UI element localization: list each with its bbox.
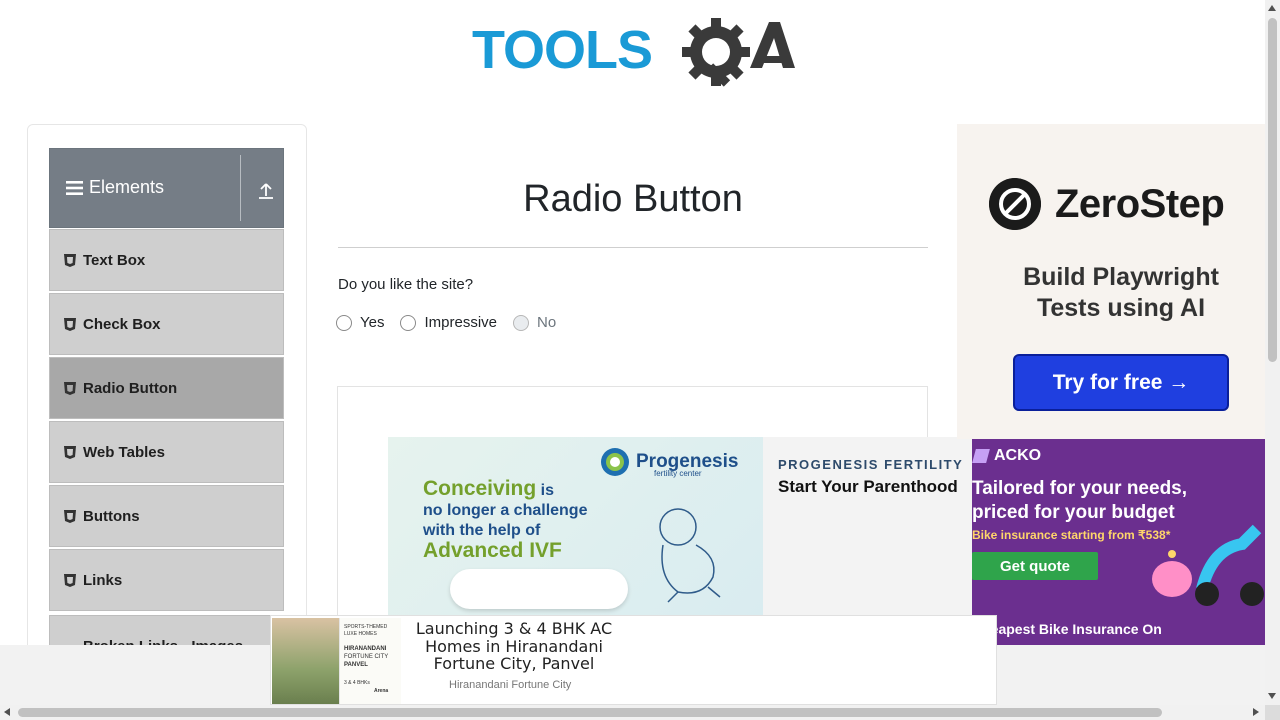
baby-illustration [659, 508, 721, 603]
progenesis-line1-big: Conceiving [423, 477, 537, 500]
radio-no: No [513, 314, 556, 331]
acko-brand: ACKO [994, 447, 1042, 464]
toolsqa-logo[interactable]: TOOLS [472, 14, 798, 92]
zerostep-headline-line1: Build Playwright [1023, 263, 1219, 291]
html5-icon [64, 317, 76, 331]
brochure-line1: SPORTS-THEMED [344, 624, 388, 630]
pregnancy-test-illustration [450, 569, 628, 609]
zerostep-logo: ZeroStep [989, 178, 1225, 230]
zerostep-brand: ZeroStep [1055, 181, 1225, 226]
progenesis-brand-sub: fertility center [654, 469, 702, 478]
scroll-left-arrow-icon[interactable] [4, 708, 10, 716]
vertical-scrollbar[interactable] [1265, 0, 1280, 705]
group-title: Elements [66, 177, 164, 198]
menu-item-broken-links[interactable]: Broken Links - Images [49, 615, 284, 647]
radio-question: Do you like the site? [338, 276, 474, 293]
group-header-divider [240, 155, 241, 221]
hiranandani-ad-brochure: SPORTS-THEMED LUXE HOMES HIRANANDANI FOR… [339, 618, 401, 704]
elements-menu: Text Box Check Box Radio Button Web Tabl… [49, 229, 284, 613]
acko-ad[interactable]: ACKO Tailored for your needs, priced for… [972, 439, 1265, 649]
acko-logo-icon [972, 449, 990, 463]
radio-impressive[interactable]: Impressive [400, 314, 497, 331]
html5-icon [64, 445, 76, 459]
menu-item-label: Radio Button [83, 379, 178, 397]
scrollbar-corner [1265, 705, 1280, 720]
zerostep-headline: Build Playwright Tests using AI [957, 262, 1265, 324]
brochure-line6: 3 & 4 BHKs [344, 680, 370, 686]
menu-item-radio-button[interactable]: Radio Button [49, 357, 284, 419]
svg-text:TOOLS: TOOLS [472, 20, 652, 80]
try-for-free-button[interactable]: Try for free → [1013, 354, 1229, 411]
scroll-down-arrow-icon[interactable] [1268, 693, 1276, 699]
get-quote-button[interactable]: Get quote [972, 552, 1098, 580]
hiranandani-ad[interactable]: SPORTS-THEMED LUXE HOMES HIRANANDANI FOR… [270, 615, 997, 705]
menu-item-label: Links [83, 571, 123, 589]
title-divider [338, 247, 928, 248]
html5-icon [64, 509, 76, 523]
radio-yes-input[interactable] [336, 314, 352, 331]
hiranandani-ad-headline[interactable]: Launching 3 & 4 BHK AC Homes in Hiranand… [409, 620, 619, 673]
scroll-right-arrow-icon[interactable] [1253, 708, 1259, 716]
scroll-up-arrow-icon[interactable] [1268, 5, 1276, 11]
horizontal-scroll-thumb[interactable] [18, 708, 1162, 717]
progenesis-copy: Conceiving is no longer a challenge with… [423, 477, 588, 562]
progenesis-line3: with the help of [423, 522, 541, 539]
elements-group-header[interactable]: Elements [49, 148, 284, 228]
menu-item-label: Web Tables [83, 443, 165, 461]
hiranandani-ad-photo [272, 618, 339, 704]
brochure-line2: LUXE HOMES [344, 631, 377, 637]
radio-no-input [513, 314, 530, 331]
collapse-arrow-icon[interactable] [256, 181, 276, 201]
hiranandani-ad-source: Hiranandani Fortune City [449, 679, 572, 691]
acko-headline-line1: Tailored for your needs, [972, 478, 1188, 499]
horizontal-scrollbar[interactable] [0, 705, 1265, 720]
zerostep-ad[interactable]: ZeroStep Build Playwright Tests using AI… [957, 124, 1265, 439]
progenesis-right-title: PROGENESIS FERTILITY [778, 457, 964, 472]
zerostep-headline-line2: Tests using AI [1036, 294, 1206, 322]
radio-impressive-input[interactable] [400, 314, 417, 331]
menu-item-label: Text Box [83, 251, 146, 269]
progenesis-ad-image: Progenesis fertility center Conceiving i… [388, 437, 763, 617]
progenesis-logo-icon [601, 448, 629, 476]
html5-icon [64, 253, 76, 267]
html5-icon [64, 381, 76, 395]
acko-footer: Cheapest Bike Insurance On [972, 621, 1162, 637]
progenesis-line4: Advanced IVF [423, 539, 562, 562]
progenesis-logo: Progenesis fertility center [600, 447, 738, 478]
radio-yes-label[interactable]: Yes [360, 314, 384, 331]
brochure-line3: HIRANANDANI [344, 646, 387, 652]
menu-item-label: Buttons [83, 507, 140, 525]
menu-item-label: Check Box [83, 315, 161, 333]
menu-item-links[interactable]: Links [49, 549, 284, 611]
menu-item-check-box[interactable]: Check Box [49, 293, 284, 355]
brochure-line4: FORTUNE CITY [344, 654, 389, 660]
vertical-scroll-thumb[interactable] [1268, 18, 1277, 362]
acko-logo: ACKO [972, 447, 1042, 465]
brochure-line7: Arena [374, 688, 389, 694]
radio-group: Yes Impressive No [336, 314, 572, 331]
page-title: Radio Button [523, 178, 743, 220]
menu-item-buttons[interactable]: Buttons [49, 485, 284, 547]
progenesis-ad[interactable]: Progenesis fertility center Conceiving i… [388, 437, 972, 617]
brochure-line5: PANVEL [344, 662, 368, 668]
progenesis-line2: no longer a challenge [423, 502, 588, 519]
progenesis-right-sub: Start Your Parenthood [778, 477, 958, 496]
page: TOOLS Elements Text Box Check Box Radio … [0, 0, 1280, 720]
radio-yes[interactable]: Yes [336, 314, 384, 331]
radio-impressive-label[interactable]: Impressive [424, 314, 497, 331]
menu-item-text-box[interactable]: Text Box [49, 229, 284, 291]
menu-item-web-tables[interactable]: Web Tables [49, 421, 284, 483]
scooter-illustration [1152, 524, 1264, 606]
radio-no-label: No [537, 314, 557, 331]
group-title-label: Elements [89, 177, 165, 197]
html5-icon [64, 573, 76, 587]
zerostep-logo-icon [989, 178, 1041, 230]
toolsqa-logo-graphic: TOOLS [472, 18, 795, 87]
progenesis-line1-rest: is [536, 482, 554, 499]
hamburger-icon [66, 180, 83, 195]
